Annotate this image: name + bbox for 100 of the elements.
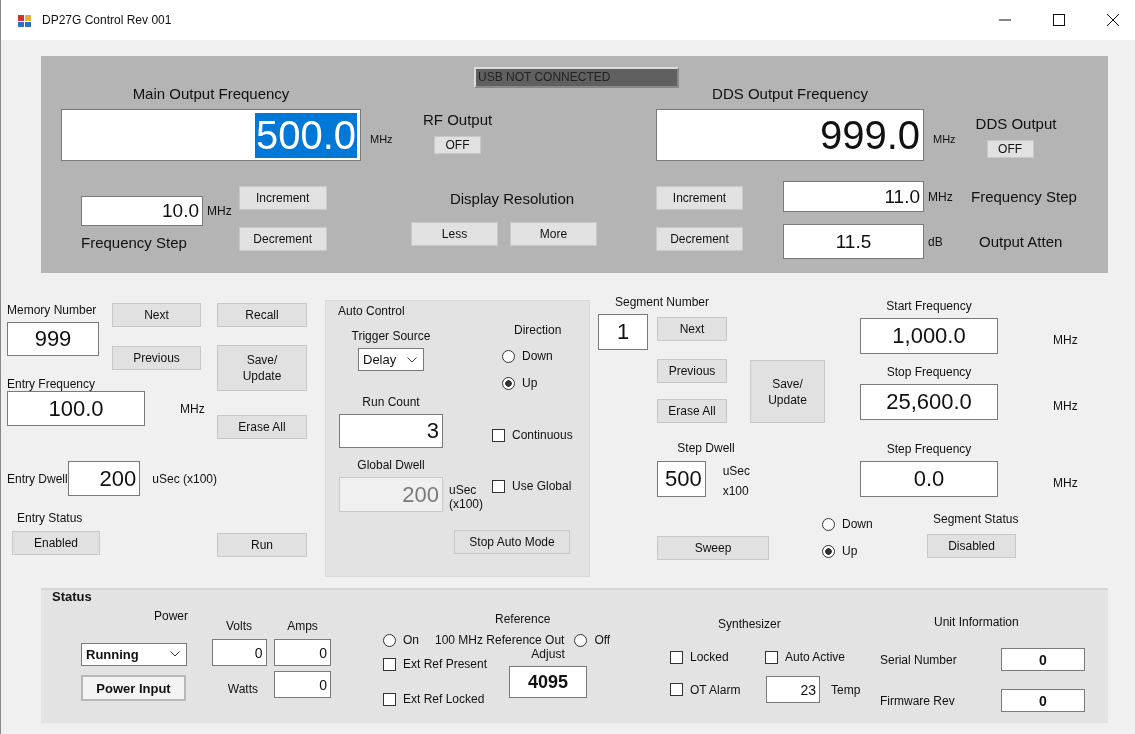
unit-label: MHz — [180, 401, 205, 416]
trigger-source-dropdown[interactable]: Delay — [358, 348, 424, 371]
recall-button[interactable]: Recall — [217, 303, 307, 327]
unit-label: MHz — [1053, 475, 1078, 490]
temp-field[interactable]: 23 — [766, 676, 820, 703]
continuous-checkbox[interactable]: Continuous — [492, 428, 589, 442]
rf-output-button[interactable]: OFF — [434, 136, 481, 154]
serial-number-field[interactable]: 0 — [1001, 648, 1085, 671]
direction-label: Direction — [514, 323, 563, 337]
increment-button[interactable]: Increment — [656, 186, 743, 210]
erase-all-button[interactable]: Erase All — [657, 399, 727, 423]
unit-label: uSec (x100) — [152, 471, 217, 486]
segment-number-label: Segment Number — [615, 295, 711, 309]
save-update-button[interactable]: Save/ Update — [750, 360, 825, 423]
unit-label: dB — [928, 234, 944, 249]
entry-frequency-field[interactable]: 100.0 — [7, 391, 145, 426]
firmware-rev-label: Firmware Rev — [880, 693, 956, 708]
frequency-step-field[interactable]: 11.0 — [783, 181, 924, 212]
reference-on-radio[interactable]: On — [383, 633, 419, 647]
status-title: Status — [52, 590, 93, 604]
start-frequency-label: Start Frequency — [885, 299, 973, 313]
increment-button[interactable]: Increment — [238, 186, 327, 210]
next-button[interactable]: Next — [657, 317, 727, 341]
step-frequency-field[interactable]: 0.0 — [860, 461, 998, 497]
dds-frequency-field[interactable]: 999.0 — [656, 109, 924, 161]
unit-information-label: Unit Information — [934, 615, 1020, 629]
entry-frequency-label: Entry Frequency — [7, 377, 97, 391]
output-atten-field[interactable]: 11.5 — [783, 224, 924, 259]
synthesizer-label: Synthesizer — [718, 617, 782, 631]
save-update-button[interactable]: Save/ Update — [217, 345, 307, 391]
use-global-checkbox[interactable]: Use Global — [492, 479, 589, 493]
close-icon[interactable] — [1107, 14, 1119, 26]
unit-label: uSec x100 — [722, 463, 750, 500]
power-mode-dropdown[interactable]: Running — [81, 642, 187, 666]
unit-label: MHz — [928, 189, 954, 204]
watts-field[interactable]: 0 — [274, 671, 331, 698]
entry-dwell-label: Entry Dwell — [7, 471, 68, 486]
main-frequency-field[interactable]: 500.0 — [61, 109, 361, 161]
segment-status-button[interactable]: Disabled — [927, 534, 1016, 558]
chevron-down-icon — [407, 356, 417, 363]
reference-label: Reference — [495, 612, 552, 626]
entry-dwell-field[interactable]: 200 — [67, 461, 141, 496]
power-label: Power — [154, 609, 188, 623]
step-frequency-label: Step Frequency — [885, 442, 973, 456]
run-count-label: Run Count — [362, 395, 420, 409]
erase-all-button[interactable]: Erase All — [217, 415, 307, 439]
firmware-rev-field[interactable]: 0 — [1001, 689, 1085, 712]
decrement-button[interactable]: Decrement — [656, 227, 743, 251]
segment-status-label: Segment Status — [933, 512, 1020, 526]
auto-active-checkbox[interactable]: Auto Active — [765, 650, 846, 664]
direction-radio[interactable]: Down — [822, 517, 873, 531]
frequency-step-label: Frequency Step — [971, 188, 1077, 205]
dds-output-button[interactable]: OFF — [986, 139, 1034, 158]
ot-alarm-checkbox[interactable]: OT Alarm — [670, 682, 766, 697]
frequency-step-field[interactable]: 10.0 — [81, 195, 203, 226]
frequency-step-label: Frequency Step — [81, 233, 188, 251]
unit-label: MHz — [933, 132, 956, 145]
stop-frequency-field[interactable]: 25,600.0 — [860, 384, 998, 420]
run-button[interactable]: Run — [217, 533, 307, 557]
unit-label: MHz — [1053, 398, 1078, 413]
entry-status-button[interactable]: Enabled — [12, 531, 100, 555]
memory-number-field[interactable]: 999 — [7, 322, 99, 356]
trigger-source-label: Trigger Source — [351, 329, 431, 343]
adjust-field[interactable]: 4095 — [509, 666, 588, 698]
volts-label: Volts — [226, 619, 252, 633]
step-dwell-field[interactable]: 500 — [657, 461, 706, 497]
unit-label: uSec (x100) — [449, 483, 483, 511]
direction-radio[interactable]: Up — [502, 376, 589, 390]
sweep-button[interactable]: Sweep — [657, 536, 769, 560]
reference-off-radio[interactable]: Off — [574, 633, 611, 647]
memory-number-label: Memory Number — [7, 303, 98, 317]
previous-button[interactable]: Previous — [112, 346, 201, 370]
adjust-label: Adjust — [531, 647, 565, 661]
chevron-down-icon — [170, 651, 180, 657]
dds-output-frequency-label: DDS Output Frequency — [711, 85, 869, 102]
reference-out-label: 100 MHz Reference Out — [435, 633, 565, 647]
stop-auto-mode-button[interactable]: Stop Auto Mode — [454, 530, 570, 554]
next-button[interactable]: Next — [112, 303, 201, 327]
unit-label: MHz — [370, 132, 393, 145]
step-dwell-label: Step Dwell — [676, 441, 736, 455]
power-input-button[interactable]: Power Input — [81, 675, 186, 701]
unit-label: MHz — [207, 203, 232, 218]
previous-button[interactable]: Previous — [657, 359, 727, 383]
ext-ref-locked-checkbox[interactable]: Ext Ref Locked — [383, 692, 488, 706]
direction-radio[interactable]: Down — [502, 349, 589, 363]
auto-control-title: Auto Control — [338, 304, 406, 318]
locked-checkbox[interactable]: Locked — [670, 650, 765, 664]
segment-number-field[interactable]: 1 — [598, 314, 648, 350]
maximize-icon[interactable] — [1053, 14, 1065, 26]
direction-radio[interactable]: Up — [822, 544, 873, 558]
volts-field[interactable]: 0 — [211, 639, 267, 666]
ext-ref-present-checkbox[interactable]: Ext Ref Present — [383, 657, 488, 671]
output-atten-label: Output Atten — [979, 233, 1063, 250]
amps-field[interactable]: 0 — [274, 639, 331, 666]
run-count-field[interactable]: 3 — [339, 414, 443, 448]
decrement-button[interactable]: Decrement — [238, 227, 327, 251]
watts-label: Watts — [227, 682, 258, 696]
less-button[interactable]: Less — [411, 222, 498, 246]
more-button[interactable]: More — [510, 222, 597, 246]
start-frequency-field[interactable]: 1,000.0 — [860, 318, 998, 354]
